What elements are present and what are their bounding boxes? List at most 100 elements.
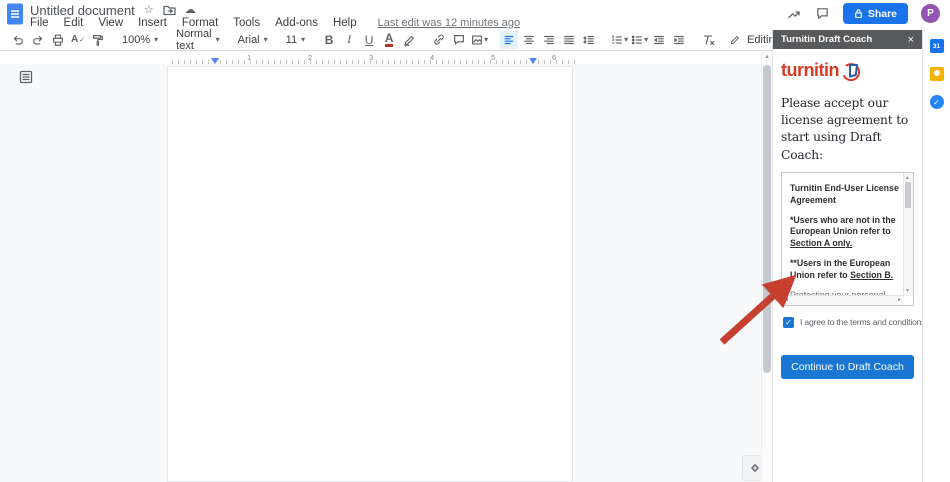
section-a-link[interactable]: Section A only. <box>790 238 852 248</box>
ruler-number: 6 <box>552 53 556 62</box>
menu-tools[interactable]: Tools <box>233 17 260 29</box>
font-select[interactable]: Arial▾ <box>234 34 272 46</box>
paragraph-style-select[interactable]: Normal text▾ <box>172 28 223 52</box>
comment-history-icon[interactable] <box>815 6 830 21</box>
panel-title: Turnitin Draft Coach <box>781 34 872 45</box>
document-page[interactable] <box>167 66 573 482</box>
bold-button[interactable]: B <box>320 31 338 49</box>
toolbar: A✓ 100%▾ Normal text▾ Arial▾ 11▾ B I U A <box>0 29 772 51</box>
zoom-select[interactable]: 100%▾ <box>118 34 162 46</box>
print-icon[interactable] <box>49 31 67 49</box>
text-color-button[interactable]: A <box>380 31 398 49</box>
agree-checkbox-label[interactable]: I agree to the terms and conditions <box>800 317 925 327</box>
menu-bar: File Edit View Insert Format Tools Add-o… <box>30 17 520 29</box>
section-b-link[interactable]: Section B. <box>850 270 893 280</box>
menu-file[interactable]: File <box>30 17 49 29</box>
document-canvas: ▾ <box>0 64 772 482</box>
spellcheck-icon[interactable]: A✓ <box>69 31 87 49</box>
align-left-icon[interactable] <box>500 31 518 49</box>
caret-icon: ▾ <box>484 35 488 44</box>
ruler-number: 2 <box>308 53 312 62</box>
ruler-number: 5 <box>491 53 495 62</box>
menu-insert[interactable]: Insert <box>138 17 167 29</box>
menu-edit[interactable]: Edit <box>64 17 84 29</box>
account-avatar[interactable]: P <box>921 4 940 23</box>
caret-icon: ▾ <box>264 35 268 44</box>
google-side-panel-strip: 31 ✓ <box>922 30 950 482</box>
scroll-down-icon[interactable]: ▼ <box>905 288 910 294</box>
license-vertical-scrollbar[interactable]: ▲ ▼ <box>903 173 913 296</box>
keep-icon[interactable] <box>930 67 944 81</box>
app-header: Untitled document ☆ ☁ File Edit View Ins… <box>0 0 950 29</box>
move-folder-icon[interactable] <box>163 5 176 16</box>
panel-body: turnitin Please accept our license agree… <box>773 49 922 379</box>
turnitin-logo: turnitin <box>781 61 914 83</box>
underline-button[interactable]: U <box>360 31 378 49</box>
google-docs-window: Untitled document ☆ ☁ File Edit View Ins… <box>0 0 950 482</box>
panel-header: Turnitin Draft Coach × <box>773 30 922 49</box>
license-paragraph: *Users who are not in the European Union… <box>790 215 899 251</box>
menu-help[interactable]: Help <box>333 17 357 29</box>
caret-icon: ▾ <box>216 35 220 44</box>
insert-image-icon[interactable]: ▾ <box>470 31 488 49</box>
line-spacing-icon[interactable] <box>580 31 598 49</box>
scroll-up-icon[interactable]: ▲ <box>905 175 910 181</box>
tasks-icon[interactable]: ✓ <box>930 95 944 109</box>
license-text: Turnitin End-User License Agreement *Use… <box>782 173 913 306</box>
increase-indent-icon[interactable] <box>670 31 688 49</box>
calendar-icon[interactable]: 31 <box>930 39 944 53</box>
show-outline-icon[interactable] <box>18 69 34 85</box>
cloud-status-icon[interactable]: ☁ <box>185 5 196 16</box>
insert-comment-icon[interactable] <box>450 31 468 49</box>
align-center-icon[interactable] <box>520 31 538 49</box>
align-right-icon[interactable] <box>540 31 558 49</box>
menu-addons[interactable]: Add-ons <box>275 17 318 29</box>
italic-button[interactable]: I <box>340 31 358 49</box>
turnitin-draft-coach-panel: Turnitin Draft Coach × turnitin Please a… <box>772 30 922 482</box>
docs-logo-icon[interactable] <box>6 3 24 25</box>
share-button[interactable]: Share <box>843 3 908 24</box>
scrollbar-thumb[interactable] <box>905 182 911 208</box>
caret-icon: ▾ <box>624 35 628 44</box>
license-prompt-heading: Please accept our license agreement to s… <box>781 95 914 164</box>
caret-icon: ▾ <box>154 35 158 44</box>
document-scrollbar[interactable]: ▲ <box>761 52 772 482</box>
agree-checkbox-row: ✓ I agree to the terms and conditions <box>781 317 914 328</box>
clear-formatting-icon[interactable] <box>700 31 718 49</box>
header-actions: Share P <box>786 3 940 24</box>
menu-view[interactable]: View <box>98 17 123 29</box>
license-horizontal-scrollbar[interactable]: ◄ ► <box>782 295 904 305</box>
ruler-number: 1 <box>247 53 251 62</box>
agree-checkbox[interactable]: ✓ <box>783 317 794 328</box>
font-size-select[interactable]: 11▾ <box>282 34 309 46</box>
insert-link-icon[interactable] <box>430 31 448 49</box>
align-justify-icon[interactable] <box>560 31 578 49</box>
scroll-right-icon[interactable]: ► <box>897 297 902 303</box>
paint-format-icon[interactable] <box>89 31 107 49</box>
document-title[interactable]: Untitled document <box>30 3 135 18</box>
license-agreement-box[interactable]: Turnitin End-User License Agreement *Use… <box>781 172 914 306</box>
document-title-row: Untitled document ☆ ☁ <box>30 3 196 17</box>
numbered-list-icon[interactable]: ▾ <box>610 31 628 49</box>
last-edit-link[interactable]: Last edit was 12 minutes ago <box>378 17 520 29</box>
decrease-indent-icon[interactable] <box>650 31 668 49</box>
scrollbar-thumb[interactable] <box>763 65 771 373</box>
redo-icon[interactable] <box>29 31 47 49</box>
turnitin-logo-text: turnitin <box>781 61 839 79</box>
activity-icon[interactable] <box>786 6 802 22</box>
undo-icon[interactable] <box>9 31 27 49</box>
turnitin-logo-glyph-icon <box>840 61 864 83</box>
license-paragraph: **Users in the European Union refer to S… <box>790 258 899 282</box>
star-icon[interactable]: ☆ <box>144 5 154 16</box>
highlight-color-icon[interactable] <box>400 31 418 49</box>
continue-button[interactable]: Continue to Draft Coach <box>781 355 914 379</box>
license-title: Turnitin End-User License Agreement <box>790 183 899 207</box>
bulleted-list-icon[interactable]: ▾ <box>630 31 648 49</box>
ruler-number: 3 <box>369 53 373 62</box>
close-icon[interactable]: × <box>908 34 914 46</box>
caret-icon: ▾ <box>301 35 305 44</box>
scroll-up-icon[interactable]: ▲ <box>764 54 770 60</box>
scroll-left-icon[interactable]: ◄ <box>784 297 789 303</box>
caret-icon: ▾ <box>644 35 648 44</box>
ruler-number: 4 <box>430 53 434 62</box>
